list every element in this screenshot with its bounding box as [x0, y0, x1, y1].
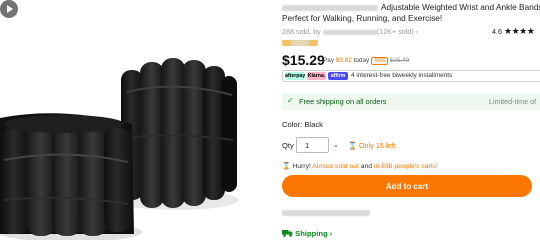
title-line-1: Adjustable Weighted Wrist and Ankle Band… — [381, 2, 540, 12]
sold-count: 288 sold, by — [282, 27, 321, 36]
pay-today: today — [353, 57, 370, 64]
stock-left: ⌛ Only 15 left — [348, 141, 396, 150]
blurred-text — [282, 4, 378, 11]
carts-text: in 838 people's carts! — [373, 163, 439, 170]
and-text: and — [360, 163, 373, 170]
qty-label: Qty — [282, 141, 294, 150]
urgency-message: ⌛ Hurry! Almost sold out and in 838 peop… — [282, 162, 438, 170]
affirm-logo: affirm — [328, 72, 348, 80]
shipping-link-label[interactable]: Shipping › — [295, 229, 332, 238]
product-info-panel: Adjustable Weighted Wrist and Ankle Band… — [282, 0, 540, 240]
installment-options[interactable]: afterpay Klarna. affirm 4 interest-free … — [282, 70, 540, 82]
shipping-link[interactable]: Shipping › — [282, 229, 332, 238]
price: $15.29 — [282, 52, 325, 68]
add-to-cart-button[interactable]: Add to cart — [282, 175, 532, 197]
chevron-down-icon[interactable]: ⌄ — [333, 141, 339, 149]
play-icon[interactable] — [0, 0, 18, 18]
rating-value: 4.6 — [492, 27, 502, 36]
almost-sold-out: Almost sold out — [312, 163, 359, 170]
free-shipping-label: Free shipping on all orders — [299, 97, 387, 106]
store-sold-link[interactable]: (12K+ sold) › — [377, 27, 418, 36]
hurry-text: Hurry! — [292, 163, 311, 170]
product-title: Adjustable Weighted Wrist and Ankle Band… — [282, 2, 540, 24]
discount-badge: -56% — [371, 57, 389, 65]
promo-badge — [282, 40, 318, 46]
afterpay-logo: afterpay — [285, 72, 306, 80]
title-line-2: Perfect for Walking, Running, and Exerci… — [282, 13, 443, 23]
star-icon: ★★★★ — [504, 26, 535, 36]
product-image[interactable] — [0, 0, 262, 240]
blurred-line — [282, 210, 370, 216]
front-band — [0, 113, 142, 240]
sold-info: 288 sold, by (12K+ sold) › — [282, 27, 418, 36]
pay-amount: $3.82 — [335, 57, 352, 64]
rating[interactable]: 4.6 ★★★★ — [492, 26, 535, 37]
back-band — [115, 58, 239, 210]
quantity-value: 1 — [305, 141, 310, 150]
klarna-logo: Klarna. — [307, 72, 326, 80]
color-label: Color: Black — [282, 120, 323, 129]
installments-text: 4 interest-free biweekly installments — [351, 72, 453, 79]
weighted-bands-photo — [0, 58, 239, 240]
check-icon: ✓ — [287, 96, 294, 105]
free-shipping-bar[interactable]: ✓ Free shipping on all orders Limited-ti… — [282, 93, 540, 110]
hourglass-icon: ⌛ — [282, 163, 291, 170]
pay-today-info: Pay $3.82 today -56% $35.49 — [323, 57, 410, 65]
truck-icon — [282, 230, 293, 237]
limited-time-offer: Limited-time of — [489, 97, 537, 106]
pay-prefix: Pay — [323, 57, 335, 64]
store-name-blurred[interactable] — [322, 29, 377, 35]
quantity-select[interactable]: 1 — [296, 137, 329, 153]
original-price: $35.49 — [389, 57, 410, 64]
